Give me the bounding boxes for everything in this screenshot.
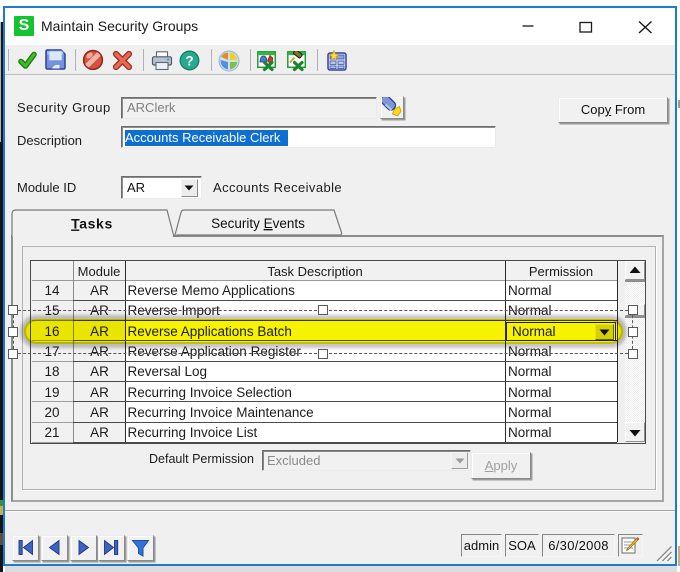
svg-text:?: ? xyxy=(185,53,193,68)
svg-text:Tasks: Tasks xyxy=(71,216,113,232)
svg-text:Security Events: Security Events xyxy=(211,216,305,231)
